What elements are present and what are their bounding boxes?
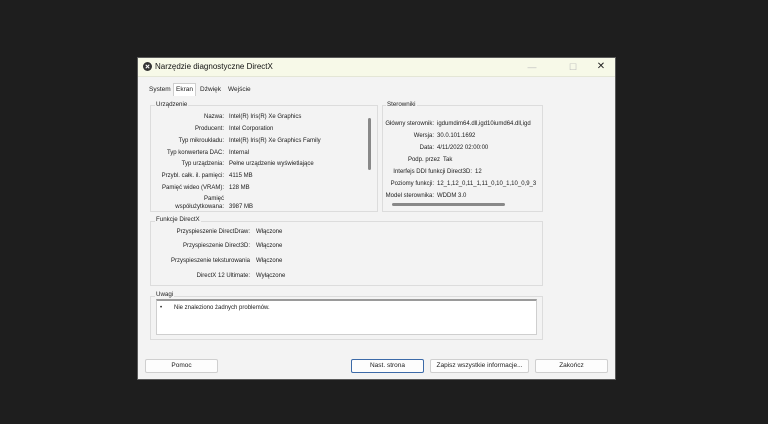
dx12-ultimate-label: DirectX 12 Ultimate: <box>196 273 250 279</box>
directdraw-value: Włączone <box>256 229 283 235</box>
tab-display[interactable]: Ekran <box>173 83 196 96</box>
device-scrollbar[interactable] <box>368 118 371 170</box>
drivers-viewport: Główny sterownik: igdumdim64.dll,igd10iu… <box>383 106 542 202</box>
date-value: 4/11/2022 02:00:00 <box>437 145 489 151</box>
dac-type-label: Typ konwertera DAC: <box>166 150 224 156</box>
shared-memory-value: 3987 MB <box>229 204 254 210</box>
direct3d-value: Włączone <box>256 243 283 249</box>
driver-model-label: Model sterownika: <box>385 193 434 199</box>
dx12-ultimate-value: Wyłączone <box>256 273 286 279</box>
directx-features-heading: Funkcje DirectX <box>155 216 201 223</box>
feature-levels-label: Poziomy funkcji: <box>390 181 434 187</box>
device-name-label: Nazwa: <box>203 114 224 120</box>
version-label: Wersja: <box>413 133 434 139</box>
title-bar[interactable]: Narzędzie diagnostyczne DirectX — ☐ ✕ <box>138 58 615 77</box>
device-name-value: Intel(R) Iris(R) Xe Graphics <box>229 114 302 120</box>
driver-model-value: WDDM 3.0 <box>437 193 467 199</box>
date-label: Data: <box>419 145 434 151</box>
minimize-button[interactable]: — <box>518 58 546 76</box>
close-button[interactable]: ✕ <box>587 58 615 76</box>
dac-type-value: Internal <box>229 150 250 156</box>
tab-input[interactable]: Wejście <box>226 84 253 95</box>
ddi-label: Interfejs DDI funkcji Direct3D: <box>393 169 472 175</box>
device-type-value: Pełne urządzenie wyświetlające <box>229 161 314 167</box>
signed-by-value: Tak <box>443 157 453 163</box>
notes-heading: Uwagi <box>155 291 175 298</box>
tab-sound[interactable]: Dźwięk <box>198 84 223 95</box>
texture-accel-label: Przyspieszenie teksturowania <box>170 258 250 264</box>
exit-button[interactable]: Zakończ <box>535 359 608 373</box>
drivers-scrollbar[interactable] <box>392 203 505 206</box>
dxdiag-app-icon <box>143 62 152 71</box>
directdraw-label: Przyspieszenie DirectDraw: <box>176 229 250 235</box>
total-memory-value: 4115 MB <box>229 173 253 179</box>
device-type-label: Typ urządzenia: <box>181 161 224 167</box>
maximize-button[interactable]: ☐ <box>559 58 587 76</box>
version-value: 30.0.101.1692 <box>437 133 476 139</box>
main-driver-value: igdumdim64.dll,igd10iumd64.dll,igd <box>437 121 531 127</box>
save-all-info-button[interactable]: Zapisz wszystkie informacje... <box>430 359 529 373</box>
next-page-button[interactable]: Nast. strona <box>351 359 424 373</box>
tab-system[interactable]: System <box>147 84 173 95</box>
manufacturer-value: Intel Corporation <box>229 126 274 132</box>
vram-label: Pamięć wideo (VRAM): <box>161 185 224 191</box>
vram-value: 128 MB <box>229 185 250 191</box>
total-memory-label: Przybl. całk. il. pamięci: <box>161 173 224 179</box>
chip-type-value: Intel(R) Iris(R) Xe Graphics Family <box>229 138 321 144</box>
shared-memory-label-line2: współużytkowana: <box>175 204 224 210</box>
help-button[interactable]: Pomoc <box>145 359 218 373</box>
chip-type-label: Typ mikroukładu: <box>178 138 224 144</box>
device-heading: Urządzenie <box>155 101 189 108</box>
texture-accel-value: Włączone <box>256 258 283 264</box>
notes-text: Nie znaleziono żadnych problemów. <box>174 305 270 311</box>
main-driver-label: Główny sterownik: <box>385 121 434 127</box>
notes-textbox[interactable]: • Nie znaleziono żadnych problemów. <box>156 299 537 335</box>
window-title: Narzędzie diagnostyczne DirectX <box>155 62 273 71</box>
feature-levels-value: 12_1,12_0,11_1,11_0,10_1,10_0,9_3 <box>437 181 537 187</box>
notes-bullet: • <box>160 305 163 311</box>
direct3d-label: Przyspieszenie Direct3D: <box>182 243 250 249</box>
signed-by-label: Podp. przez <box>407 157 440 163</box>
ddi-value: 12 <box>475 169 482 175</box>
shared-memory-label-line1: Pamięć <box>203 196 224 202</box>
manufacturer-label: Producent: <box>194 126 224 132</box>
